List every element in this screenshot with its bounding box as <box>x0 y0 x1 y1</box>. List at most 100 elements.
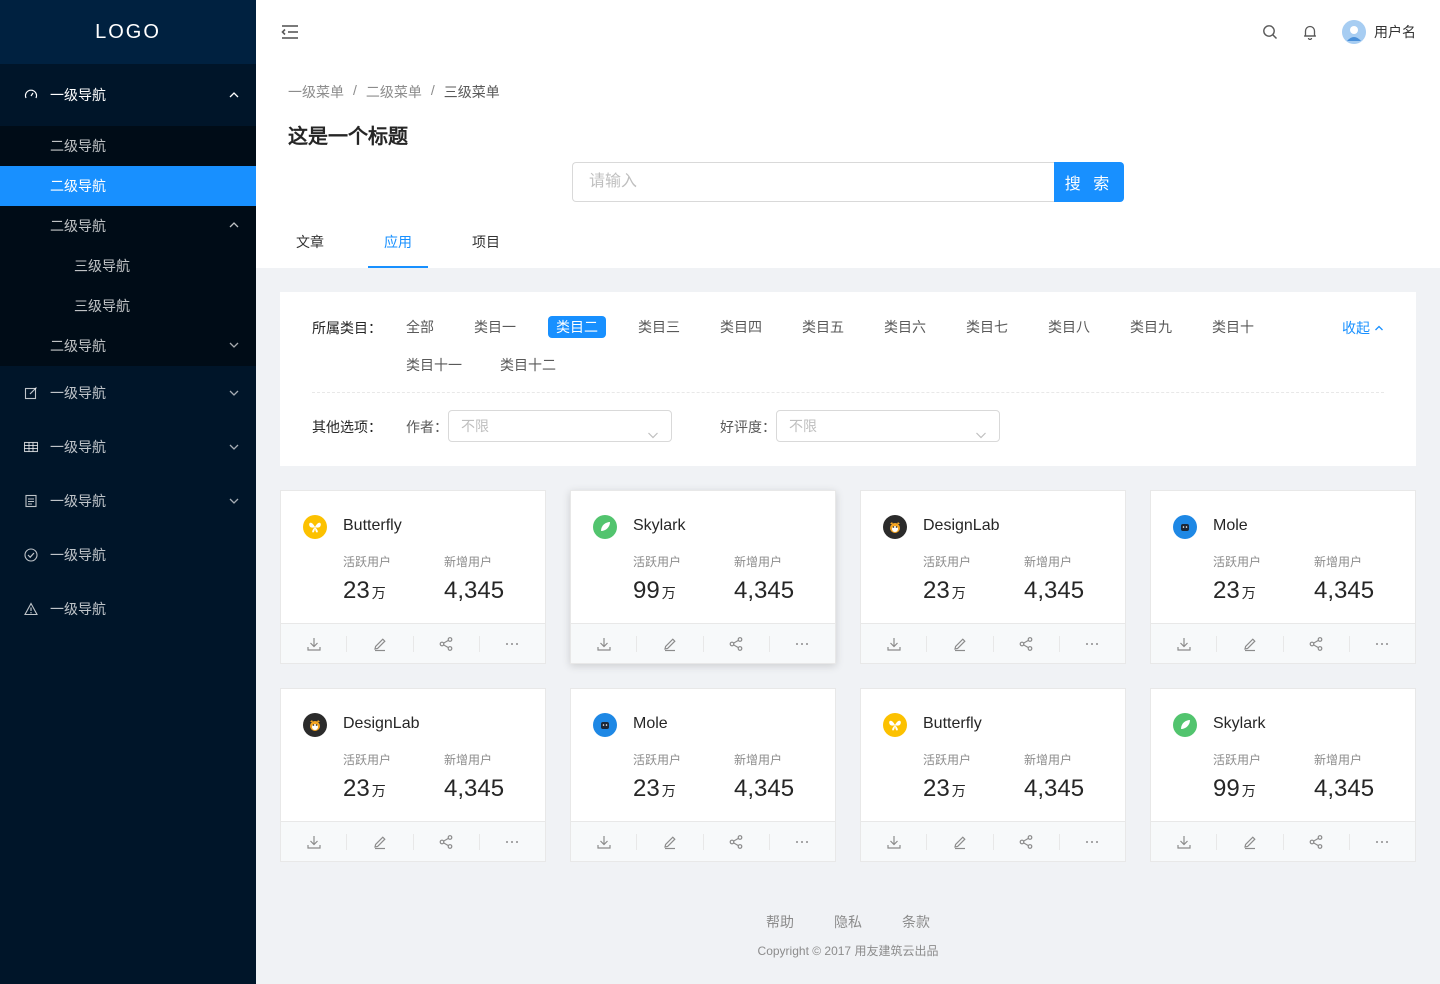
sidebar-item-dashboard[interactable]: 一级导航 <box>0 64 256 126</box>
sidebar-subitem-active[interactable]: 二级导航 <box>0 166 256 206</box>
new-users-value: 4,345 <box>444 775 505 802</box>
card-action-ellipsis[interactable] <box>480 636 545 652</box>
category-tag[interactable]: 类目五 <box>794 316 852 338</box>
app-card[interactable]: Mole 活跃用户 新增用户 23 万 4,345 <box>570 688 836 862</box>
category-tag[interactable]: 类目三 <box>630 316 688 338</box>
sidebar-subitem-collapsed[interactable]: 二级导航 <box>0 326 256 366</box>
card-action-share[interactable] <box>704 833 770 850</box>
card-action-ellipsis[interactable] <box>1060 636 1125 652</box>
card-action-ellipsis[interactable] <box>770 834 835 850</box>
bell-icon[interactable] <box>1302 24 1318 40</box>
category-tag[interactable]: 类目六 <box>876 316 934 338</box>
author-select[interactable]: 不限 <box>448 410 672 442</box>
card-action-edit[interactable] <box>1217 833 1284 850</box>
logo[interactable]: LOGO <box>0 0 256 64</box>
sidebar-item-label: 一级导航 <box>50 439 106 455</box>
card-action-ellipsis[interactable] <box>1060 834 1125 850</box>
profile-icon <box>24 494 38 508</box>
card-action-download[interactable] <box>571 833 638 850</box>
card-action-download[interactable] <box>281 833 348 850</box>
card-action-edit[interactable] <box>637 833 704 850</box>
app-card[interactable]: Skylark 活跃用户 新增用户 99 万 4,345 <box>570 490 836 664</box>
category-tag[interactable]: 类目九 <box>1122 316 1180 338</box>
card-action-edit[interactable] <box>927 833 994 850</box>
category-tag[interactable]: 类目十 <box>1204 316 1262 338</box>
card-action-download[interactable] <box>281 635 348 652</box>
card-action-download[interactable] <box>861 635 928 652</box>
app-card[interactable]: Mole 活跃用户 新增用户 23 万 4,345 <box>1150 490 1416 664</box>
active-users-value: 23 万 <box>1213 577 1256 605</box>
sidebar-item-exception[interactable]: 一级导航 <box>0 582 256 636</box>
card-action-edit[interactable] <box>347 635 414 652</box>
sidebar-item-table[interactable]: 一级导航 <box>0 420 256 474</box>
app-card[interactable]: Butterfly 活跃用户 新增用户 23 万 4,345 <box>860 688 1126 862</box>
breadcrumb-item[interactable]: 一级菜单 <box>288 82 344 102</box>
card-action-download[interactable] <box>861 833 928 850</box>
card-action-download[interactable] <box>1151 635 1218 652</box>
category-tag[interactable]: 类目四 <box>712 316 770 338</box>
collapse-toggle[interactable]: 收起 <box>1342 318 1384 338</box>
sidebar-item-result[interactable]: 一级导航 <box>0 528 256 582</box>
card-action-share[interactable] <box>704 635 770 652</box>
search-input[interactable] <box>572 162 1054 202</box>
category-tag[interactable]: 类目一 <box>466 316 524 338</box>
category-tag[interactable]: 类目七 <box>958 316 1016 338</box>
footer-link-privacy[interactable]: 隐私 <box>834 912 862 932</box>
category-tag-active[interactable]: 类目二 <box>548 316 606 338</box>
card-title: Skylark <box>633 517 686 534</box>
active-users-number: 23 <box>1213 577 1240 604</box>
ellipsis-icon <box>1374 834 1390 850</box>
card-action-download[interactable] <box>1151 833 1218 850</box>
card-action-edit[interactable] <box>1217 635 1284 652</box>
card-action-ellipsis[interactable] <box>1350 834 1415 850</box>
menu-fold-icon[interactable] <box>280 22 300 42</box>
card-action-download[interactable] <box>571 635 638 652</box>
card-action-ellipsis[interactable] <box>1350 636 1415 652</box>
sidebar-subitem[interactable]: 二级导航 <box>0 126 256 166</box>
app-card[interactable]: Butterfly 活跃用户 新增用户 23 万 4,345 <box>280 490 546 664</box>
author-select-value: 不限 <box>461 418 489 434</box>
app-card[interactable]: DesignLab 活跃用户 新增用户 23 万 4,345 <box>860 490 1126 664</box>
active-users-unit: 万 <box>661 783 676 799</box>
search-button[interactable]: 搜 索 <box>1054 162 1124 202</box>
card-action-share[interactable] <box>1284 635 1350 652</box>
footer-link-terms[interactable]: 条款 <box>902 912 930 932</box>
category-tag[interactable]: 类目十一 <box>398 354 470 376</box>
card-action-share[interactable] <box>414 833 480 850</box>
rating-label: 好评度： <box>720 419 776 435</box>
card-action-share[interactable] <box>994 635 1060 652</box>
sidebar-item-profile[interactable]: 一级导航 <box>0 474 256 528</box>
sidebar-item-form[interactable]: 一级导航 <box>0 366 256 420</box>
category-tag[interactable]: 全部 <box>398 316 442 338</box>
avatar[interactable] <box>1342 20 1366 44</box>
footer-link-help[interactable]: 帮助 <box>766 912 794 932</box>
sidebar-subitem-expandable[interactable]: 二级导航 <box>0 206 256 246</box>
search-icon[interactable] <box>1262 24 1278 40</box>
card-action-edit[interactable] <box>927 635 994 652</box>
rating-select[interactable]: 不限 <box>776 410 1000 442</box>
app-card[interactable]: DesignLab 活跃用户 新增用户 23 万 4,345 <box>280 688 546 862</box>
tab-articles[interactable]: 文章 <box>280 224 340 268</box>
divider <box>312 392 1384 393</box>
tab-applications[interactable]: 应用 <box>368 224 428 268</box>
new-users-value: 4,345 <box>1024 577 1085 604</box>
tab-projects[interactable]: 项目 <box>456 224 516 268</box>
top-header: 用户名 <box>256 0 1440 64</box>
username[interactable]: 用户名 <box>1374 22 1416 42</box>
card-action-edit[interactable] <box>637 635 704 652</box>
card-action-share[interactable] <box>414 635 480 652</box>
sidebar-thirditem[interactable]: 三级导航 <box>0 286 256 326</box>
card-action-edit[interactable] <box>347 833 414 850</box>
card-action-share[interactable] <box>994 833 1060 850</box>
dashboard-icon <box>24 88 38 102</box>
ellipsis-icon <box>504 834 520 850</box>
breadcrumb-item[interactable]: 二级菜单 <box>366 82 422 102</box>
card-action-ellipsis[interactable] <box>480 834 545 850</box>
card-action-ellipsis[interactable] <box>770 636 835 652</box>
card-action-share[interactable] <box>1284 833 1350 850</box>
card-actions <box>281 821 545 861</box>
category-tag[interactable]: 类目八 <box>1040 316 1098 338</box>
category-tag[interactable]: 类目十二 <box>492 354 564 376</box>
app-card[interactable]: Skylark 活跃用户 新增用户 99 万 4,345 <box>1150 688 1416 862</box>
sidebar-thirditem[interactable]: 三级导航 <box>0 246 256 286</box>
